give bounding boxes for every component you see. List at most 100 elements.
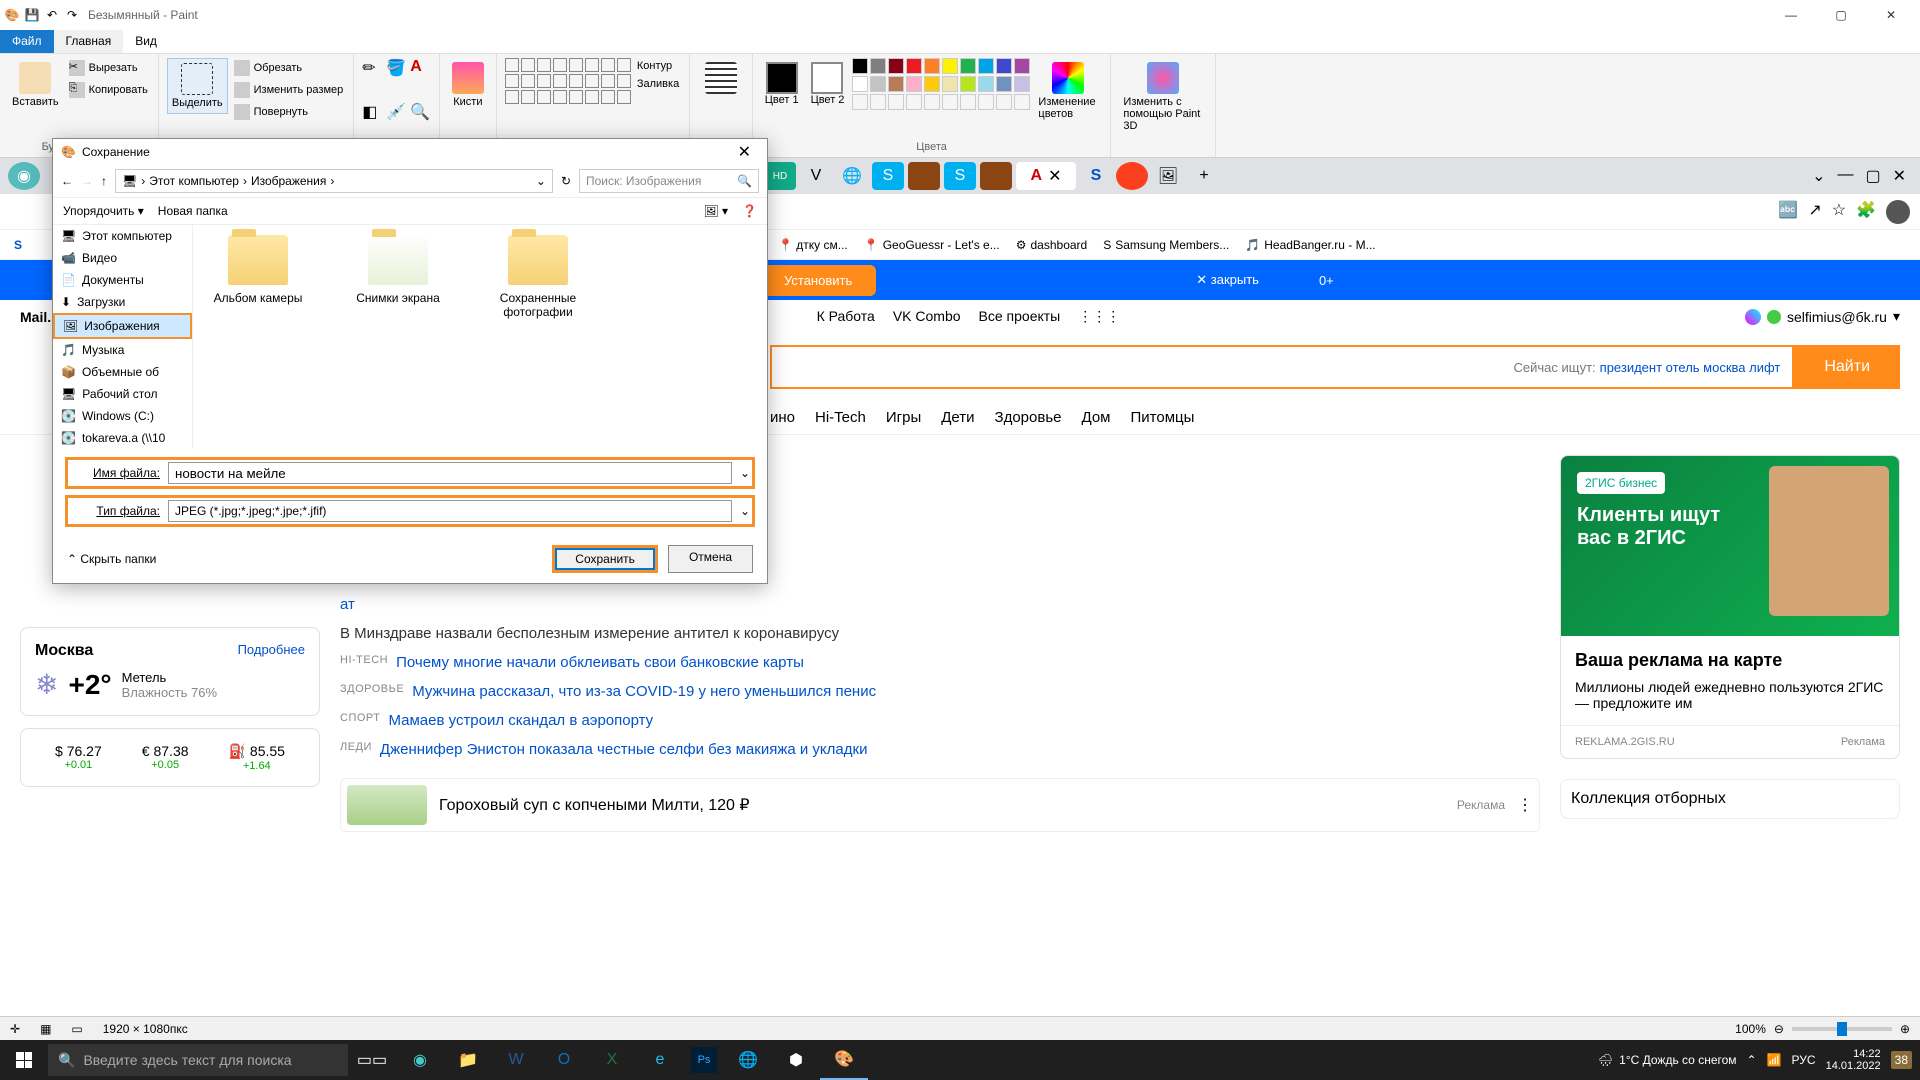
zoom-in-button[interactable]: ⊕ [1900, 1022, 1910, 1036]
cancel-button[interactable]: Отмена [668, 545, 753, 573]
taskbar-weather[interactable]: 🌧 1°C Дождь со снегом [1598, 1053, 1737, 1067]
browser-tab[interactable] [908, 162, 940, 190]
bookmark[interactable]: 📍 GeoGuessr - Let's e... [864, 238, 1000, 252]
tab-view[interactable]: Вид [123, 30, 169, 53]
excel-icon[interactable]: X [588, 1040, 636, 1080]
search-input[interactable]: Сейчас ищут: президент отель москва лифт [770, 345, 1794, 389]
save-button[interactable]: Сохранить [552, 545, 658, 573]
crop-button[interactable]: Обрезать [232, 58, 346, 78]
up-icon[interactable]: ↑ [101, 174, 107, 188]
install-button[interactable]: Установить [760, 265, 876, 296]
sidebar-item-downloads[interactable]: ⬇Загрузки [53, 291, 192, 313]
edge-icon[interactable]: ◉ [396, 1040, 444, 1080]
start-button[interactable] [0, 1040, 48, 1080]
sidebar-item-c[interactable]: 💽Windows (C:) [53, 405, 192, 427]
bookmark[interactable]: ⚙ dashboard [1016, 238, 1087, 252]
category-item[interactable]: Питомцы [1130, 409, 1194, 426]
nav-item[interactable]: VK Combo [893, 308, 961, 325]
edit-colors-button[interactable]: Изменение цветов [1034, 58, 1102, 124]
category-item[interactable]: Дом [1082, 409, 1111, 426]
sidebar-item-3d[interactable]: 📦Объемные об [53, 361, 192, 383]
back-icon[interactable]: ← [61, 174, 73, 188]
category-item[interactable]: Игры [886, 409, 921, 426]
taskbar-search[interactable]: 🔍 Введите здесь текст для поиска [48, 1044, 348, 1076]
color-palette[interactable] [852, 58, 1030, 110]
browser-tab[interactable]: 🌐 [836, 162, 868, 190]
new-folder-button[interactable]: Новая папка [158, 204, 228, 218]
shapes-gallery[interactable] [505, 58, 631, 104]
fill-icon[interactable]: 🪣 [386, 58, 406, 78]
tab-home[interactable]: Главная [54, 30, 124, 53]
fill-button[interactable]: Заливка [635, 76, 681, 92]
filetype-select[interactable]: JPEG (*.jpg;*.jpeg;*.jpe;*.jfif) [168, 500, 732, 522]
sidebar-item-pictures[interactable]: 🖼Изображения [53, 313, 192, 339]
dialog-search[interactable]: Поиск: Изображения 🔍 [579, 169, 759, 193]
browser-close[interactable]: ✕ [1893, 166, 1906, 186]
browser-tab[interactable]: V [800, 162, 832, 190]
bookmark[interactable]: S Samsung Members... [1103, 238, 1229, 252]
category-item[interactable]: Hi-Tech [815, 409, 866, 426]
translate-icon[interactable]: 🔤 [1778, 200, 1798, 224]
category-item[interactable]: Дети [941, 409, 974, 426]
apps-icon[interactable]: ⋮⋮⋮ [1078, 308, 1120, 325]
filename-input[interactable] [168, 462, 732, 484]
folder-item[interactable]: Снимки экрана [343, 235, 453, 305]
nav-item[interactable]: Все проекты [979, 308, 1061, 325]
chevron-down-icon[interactable]: ⌄ [740, 504, 750, 518]
weather-more[interactable]: Подробнее [238, 642, 305, 660]
browser-tab[interactable] [1116, 162, 1148, 190]
photoshop-icon[interactable]: Ps [691, 1047, 717, 1073]
chevron-down-icon[interactable]: ⌄ [740, 466, 750, 480]
nav-item[interactable]: К Работа [817, 308, 875, 325]
undo-icon[interactable]: ↶ [44, 7, 60, 23]
copy-button[interactable]: ⎘Копировать [67, 80, 150, 100]
sidebar-item-video[interactable]: 📹Видео [53, 247, 192, 269]
chevron-down-icon[interactable]: ⌄ [1812, 166, 1825, 186]
network-icon[interactable]: 📶 [1767, 1053, 1782, 1067]
finance-widget[interactable]: $ 76.27+0.01 € 87.38+0.05 ⛽ 85.55+1.64 [20, 728, 320, 787]
ad-unit[interactable]: 2ГИС бизнес Клиенты ищут вас в 2ГИС Ваша… [1560, 455, 1900, 759]
organize-button[interactable]: Упорядочить ▾ [63, 204, 144, 218]
app-icon[interactable]: ⬢ [772, 1040, 820, 1080]
resize-button[interactable]: Изменить размер [232, 80, 346, 100]
save-icon[interactable]: 💾 [24, 7, 40, 23]
dialog-close-button[interactable]: ✕ [730, 142, 759, 162]
close-ad-link[interactable]: ✕ закрыть [1196, 272, 1259, 288]
zoom-slider[interactable] [1792, 1027, 1892, 1031]
eraser-icon[interactable]: ◧ [362, 102, 382, 122]
notif-icon[interactable] [1745, 309, 1761, 325]
tray-chevron-icon[interactable]: ⌃ [1747, 1053, 1757, 1067]
cut-button[interactable]: ✂Вырезать [67, 58, 150, 78]
pencil-icon[interactable]: ✏ [362, 58, 382, 78]
paint-taskbar-icon[interactable]: 🎨 [820, 1040, 868, 1080]
folder-item[interactable]: Альбом камеры [203, 235, 313, 305]
category-item[interactable]: Здоровье [995, 409, 1062, 426]
sidebar-item-pc[interactable]: 🖥Этот компьютер [53, 225, 192, 247]
notifications-button[interactable]: 38 [1891, 1051, 1912, 1069]
help-icon[interactable]: ❓ [742, 204, 757, 218]
news-link[interactable]: Мамаев устроил скандал в аэропорту [388, 712, 653, 729]
more-icon[interactable]: ⋮ [1517, 795, 1533, 815]
bookmark[interactable]: 🎵 HeadBanger.ru - M... [1245, 238, 1375, 252]
language-indicator[interactable]: РУС [1792, 1053, 1816, 1067]
thickness-button[interactable] [698, 58, 744, 100]
color1-button[interactable]: Цвет 1 [761, 58, 803, 110]
zoom-icon[interactable]: 🔍 [410, 102, 430, 122]
sidebar-item-network[interactable]: 💽tokareva.a (\\10 [53, 427, 192, 449]
browser-tab[interactable]: 🖼 [1152, 162, 1184, 190]
close-button[interactable]: ✕ [1876, 5, 1906, 25]
outlook-icon[interactable]: O [540, 1040, 588, 1080]
browser-maximize[interactable]: ▢ [1865, 166, 1880, 186]
picker-icon[interactable]: 💉 [386, 102, 406, 122]
browser-tab[interactable]: ◉ [8, 162, 40, 190]
star-icon[interactable]: ☆ [1832, 200, 1846, 224]
chrome-icon[interactable]: 🌐 [724, 1040, 772, 1080]
taskview-button[interactable]: ▭▭ [348, 1040, 396, 1080]
browser-tab[interactable]: HD [764, 162, 796, 190]
extensions-icon[interactable]: 🧩 [1856, 200, 1876, 224]
zoom-out-button[interactable]: ⊖ [1774, 1022, 1784, 1036]
news-link[interactable]: Почему многие начали обклеивать свои бан… [396, 654, 804, 671]
taskbar-clock[interactable]: 14:22 14.01.2022 [1826, 1048, 1881, 1072]
browser-tab[interactable]: S [872, 162, 904, 190]
find-button[interactable]: Найти [1794, 345, 1900, 389]
